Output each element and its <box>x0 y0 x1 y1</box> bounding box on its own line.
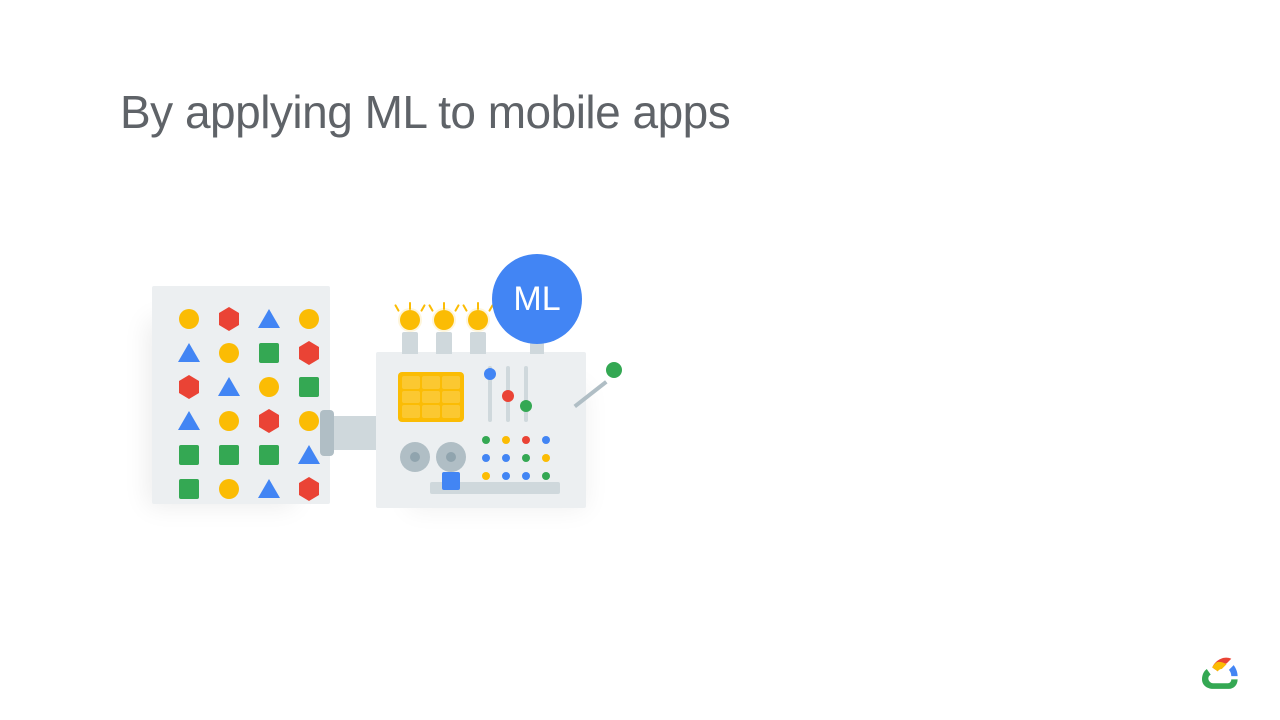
machine-bulbs <box>398 310 490 354</box>
slider-icon <box>524 366 528 422</box>
google-cloud-logo-icon <box>1202 656 1240 690</box>
reel-icon <box>436 442 466 472</box>
matrix-dot-icon <box>522 436 530 444</box>
shape-square-icon <box>219 445 239 465</box>
reel-icon <box>400 442 430 472</box>
shape-hex-icon <box>219 313 239 325</box>
shape-hex-icon <box>259 415 279 427</box>
shape-square-icon <box>259 445 279 465</box>
shape-square-icon <box>179 479 199 499</box>
matrix-dot-icon <box>482 436 490 444</box>
matrix-dot-icon <box>502 472 510 480</box>
matrix-dot-icon <box>482 454 490 462</box>
shape-square-icon <box>179 445 199 465</box>
shape-circle-icon <box>299 411 319 431</box>
shape-hex-icon <box>179 381 199 393</box>
machine-reels <box>400 442 466 472</box>
slide: By applying ML to mobile apps ML <box>0 0 1280 720</box>
shape-circle-icon <box>299 309 319 329</box>
bulb-icon <box>432 310 456 354</box>
shape-triangle-icon <box>178 343 200 362</box>
ml-badge: ML <box>492 254 582 344</box>
shape-triangle-icon <box>258 309 280 328</box>
shape-hex-icon <box>299 347 319 359</box>
slider-icon <box>488 366 492 422</box>
matrix-dot-icon <box>502 436 510 444</box>
bulb-icon <box>398 310 422 354</box>
matrix-dot-icon <box>522 472 530 480</box>
matrix-dot-icon <box>502 454 510 462</box>
shape-circle-icon <box>219 343 239 363</box>
machine-lever <box>576 368 616 408</box>
matrix-dot-icon <box>542 472 550 480</box>
machine-chip-icon <box>398 372 464 422</box>
shape-circle-icon <box>219 411 239 431</box>
matrix-dot-icon <box>482 472 490 480</box>
slide-title: By applying ML to mobile apps <box>120 85 730 139</box>
data-panel <box>152 286 330 504</box>
shape-circle-icon <box>259 377 279 397</box>
shape-square-icon <box>299 377 319 397</box>
shape-triangle-icon <box>298 445 320 464</box>
shape-triangle-icon <box>178 411 200 430</box>
shape-hex-icon <box>299 483 319 495</box>
shape-triangle-icon <box>258 479 280 498</box>
bulb-icon <box>466 310 490 354</box>
slider-icon <box>506 366 510 422</box>
matrix-dot-icon <box>542 454 550 462</box>
shape-circle-icon <box>179 309 199 329</box>
machine-sliders <box>488 366 528 422</box>
data-shape-grid <box>174 304 324 504</box>
machine-dot-matrix <box>482 436 554 484</box>
tray-cube-icon <box>442 472 460 490</box>
shape-square-icon <box>259 343 279 363</box>
shape-circle-icon <box>219 479 239 499</box>
matrix-dot-icon <box>522 454 530 462</box>
shape-triangle-icon <box>218 377 240 396</box>
matrix-dot-icon <box>542 436 550 444</box>
ml-illustration: ML <box>110 250 630 540</box>
